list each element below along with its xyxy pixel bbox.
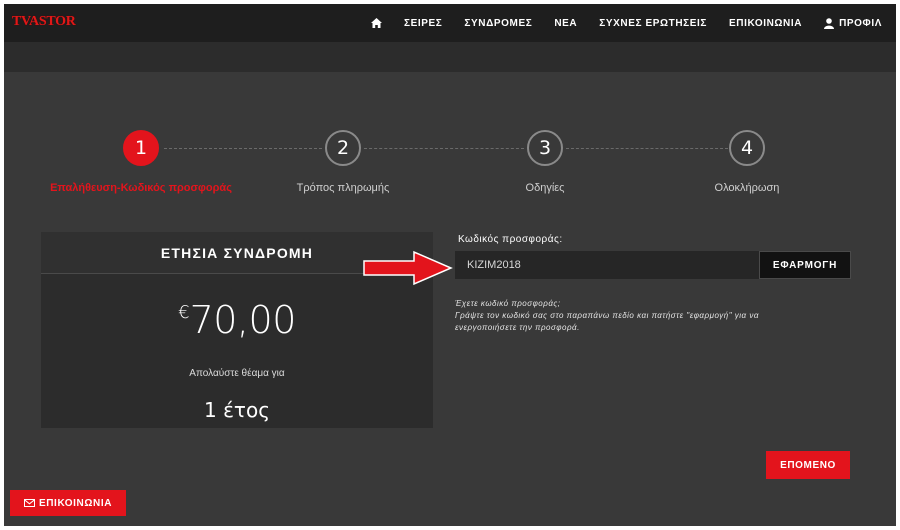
coupon-code-input[interactable] — [455, 251, 759, 279]
step-number: 3 — [527, 130, 563, 166]
step-label: Επαλήθευση-Κωδικός προσφοράς — [50, 182, 232, 194]
contact-label: ΕΠΙΚΟΙΝΩΝΙΑ — [38, 497, 113, 509]
sub-header-bar — [4, 42, 896, 72]
step-label: Τρόπος πληρωμής — [296, 182, 390, 194]
nav-item-faq[interactable]: ΣΥΧΝΕΣ ΕΡΩΤΗΣΕΙΣ — [599, 18, 707, 29]
step-2: 2 Τρόπος πληρωμής — [243, 130, 443, 194]
apply-coupon-button[interactable]: ΕΦΑΡΜΟΓΗ — [759, 251, 851, 279]
hint-line: Έχετε κωδικό προσφοράς; — [455, 299, 561, 308]
coupon-label: Κωδικός προσφοράς: — [458, 234, 563, 245]
nav-menu: ΣΕΙΡΕΣ ΣΥΝΔΡΟΜΕΣ ΝΕΑ ΣΥΧΝΕΣ ΕΡΩΤΗΣΕΙΣ ΕΠ… — [349, 4, 882, 42]
nav-item-profile[interactable]: ΠΡΟΦΙΛ — [824, 18, 882, 29]
step-1: 1 Επαλήθευση-Κωδικός προσφοράς — [41, 130, 241, 194]
nav-item-subscriptions[interactable]: ΣΥΝΔΡΟΜΕΣ — [464, 18, 532, 29]
enjoy-text: Απολαύστε θέαμα για — [189, 368, 285, 379]
hint-line: Γράψτε τον κωδικό σας στο παραπάνω πεδίο… — [455, 311, 759, 320]
price-amount: 70,00 — [189, 298, 297, 342]
envelope-icon — [23, 499, 35, 507]
step-3: 3 Οδηγίες — [445, 130, 645, 194]
hint-line: ενεργοποιήσετε την προσφορά. — [455, 323, 580, 332]
currency-symbol: € — [178, 302, 190, 323]
step-number: 2 — [325, 130, 361, 166]
step-number: 1 — [123, 130, 159, 166]
page-frame: TVASTOR ΣΕΙΡΕΣ ΣΥΝΔΡΟΜΕΣ ΝΕΑ ΣΥΧΝΕΣ ΕΡΩΤ… — [4, 4, 896, 526]
next-button[interactable]: ΕΠΟΜΕΝΟ — [766, 451, 850, 479]
home-icon[interactable] — [371, 18, 382, 28]
step-number: 4 — [729, 130, 765, 166]
contact-button[interactable]: ΕΠΙΚΟΙΝΩΝΙΑ — [10, 490, 126, 516]
step-label: Οδηγίες — [525, 182, 565, 194]
plan-price: €70,00 — [41, 298, 433, 342]
nav-item-news[interactable]: ΝΕΑ — [554, 18, 577, 29]
plan-period: 1 έτος — [204, 398, 270, 422]
pointer-arrow-icon — [363, 250, 453, 286]
top-navigation: TVASTOR ΣΕΙΡΕΣ ΣΥΝΔΡΟΜΕΣ ΝΕΑ ΣΥΧΝΕΣ ΕΡΩΤ… — [4, 4, 896, 42]
step-label: Ολοκλήρωση — [714, 182, 780, 194]
nav-item-series[interactable]: ΣΕΙΡΕΣ — [404, 18, 442, 29]
step-4: 4 Ολοκλήρωση — [647, 130, 847, 194]
profile-label: ΠΡΟΦΙΛ — [839, 17, 882, 29]
user-icon — [824, 17, 835, 29]
coupon-hint: Έχετε κωδικό προσφοράς; Γράψτε τον κωδικ… — [455, 298, 815, 334]
site-logo[interactable]: TVASTOR — [12, 14, 76, 30]
nav-item-contact[interactable]: ΕΠΙΚΟΙΝΩΝΙΑ — [729, 18, 802, 29]
